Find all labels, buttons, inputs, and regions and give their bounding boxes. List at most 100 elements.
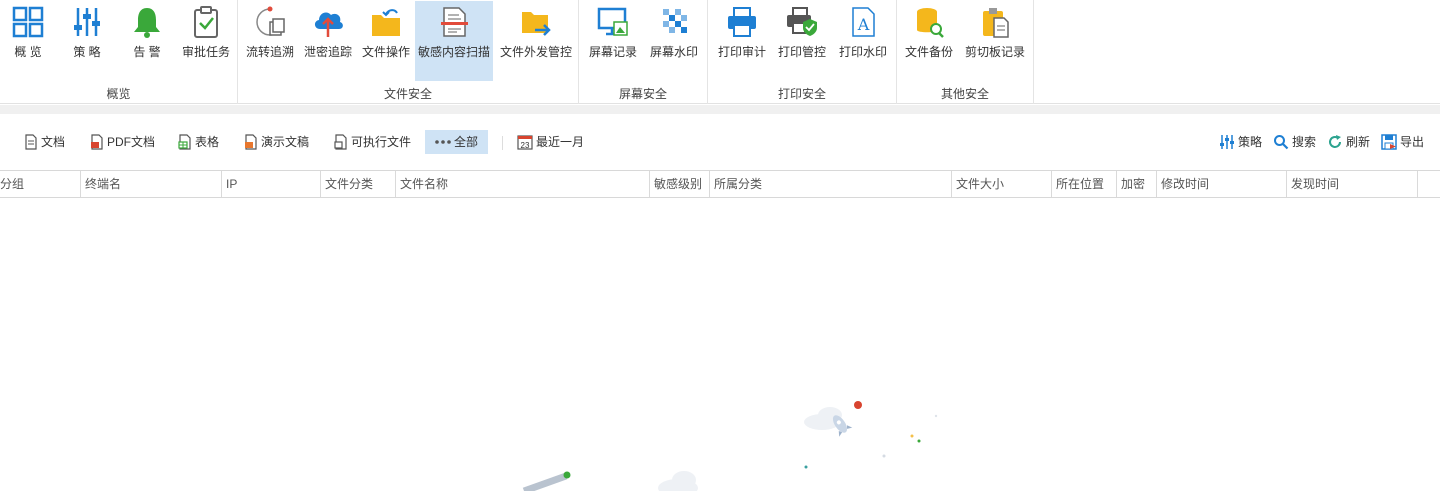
printer-shield-icon xyxy=(787,7,817,36)
pen-icon xyxy=(522,471,571,491)
print-control-button-label: 打印管控 xyxy=(777,45,826,59)
column-header-group[interactable]: 分组 xyxy=(0,171,80,197)
filter-document-label: 文档 xyxy=(41,135,66,149)
folder-operation-icon xyxy=(372,9,400,36)
sensitive-scan-button[interactable]: 敏感内容扫描 xyxy=(415,1,493,81)
policy-button-label: 策 略 xyxy=(73,45,101,59)
ribbon-group-overview: 概 览 策 略 告 警 审批任务 概览 xyxy=(0,0,238,104)
export-label: 导出 xyxy=(1400,135,1425,149)
alert-button-label: 告 警 xyxy=(133,45,161,59)
screen-watermark-icon xyxy=(663,9,687,33)
file-operation-button[interactable]: 文件操作 xyxy=(358,1,414,81)
policy-sliders-icon xyxy=(74,8,100,36)
ribbon-group-label: 文件安全 xyxy=(383,87,432,101)
trace-flow-button-label: 流转追溯 xyxy=(245,45,294,59)
search-icon xyxy=(1274,134,1289,150)
decor-dot-green-2 xyxy=(917,439,921,443)
column-header-spacer xyxy=(1417,171,1440,197)
table-header: 分组 终端名 IP 文件分类 文件名称 敏感级别 所属分类 文件大小 所在位置 … xyxy=(0,170,1440,198)
alert-bell-icon xyxy=(134,8,160,38)
filter-all-label: 全部 xyxy=(454,135,479,149)
column-header-classification[interactable]: 所属分类 xyxy=(709,171,951,197)
file-send-control-button-label: 文件外发管控 xyxy=(499,45,572,59)
filter-pdf[interactable]: PDF文档 xyxy=(84,130,161,154)
policy-sliders-icon xyxy=(1220,134,1234,149)
date-range-label: 最近一月 xyxy=(536,135,585,149)
column-header-location[interactable]: 所在位置 xyxy=(1051,171,1116,197)
decor-dot-grey xyxy=(882,454,886,458)
alert-button[interactable]: 告 警 xyxy=(120,1,174,81)
file-send-control-button[interactable]: 文件外发管控 xyxy=(496,1,576,81)
screen-record-button[interactable]: 屏幕记录 xyxy=(585,1,641,81)
refresh-label: 刷新 xyxy=(1346,135,1371,149)
overview-button[interactable]: 概 览 xyxy=(2,1,54,81)
screen-watermark-button[interactable]: 屏幕水印 xyxy=(645,1,703,81)
refresh-button[interactable]: 刷新 xyxy=(1321,130,1376,154)
decor-dot-grey-2 xyxy=(934,414,938,418)
cloud-upload-icon xyxy=(314,12,343,37)
column-header-file-size[interactable]: 文件大小 xyxy=(951,171,1051,197)
ribbon-group-other-security: 文件备份 剪切板记录 其他安全 xyxy=(897,0,1034,104)
export-button[interactable]: 导出 xyxy=(1375,130,1430,154)
filter-executable[interactable]: 可执行文件 xyxy=(328,130,417,154)
ribbon-group-print-security: 打印审计 打印管控 A 打印水印 打印安全 xyxy=(708,0,897,104)
print-control-button[interactable]: 打印管控 xyxy=(774,1,830,81)
approval-task-button[interactable]: 审批任务 xyxy=(178,1,234,81)
print-audit-button-label: 打印审计 xyxy=(717,45,766,59)
column-header-sensitivity[interactable]: 敏感级别 xyxy=(649,171,709,197)
clipboard-icon xyxy=(983,8,1009,38)
spreadsheet-icon xyxy=(178,134,191,150)
column-header-encrypted[interactable]: 加密 xyxy=(1116,171,1156,197)
filter-pdf-label: PDF文档 xyxy=(107,135,156,149)
filter-document[interactable]: 文档 xyxy=(18,130,71,154)
filter-toolbar: 文档 PDF文档 表格 演示文稿 可执行文件 全部 23 最近一月 策略 搜索 刷… xyxy=(0,114,1440,170)
leak-tracking-button[interactable]: 泄密追踪 xyxy=(300,1,356,81)
decor-dot-green xyxy=(804,465,808,469)
column-header-file-category[interactable]: 文件分类 xyxy=(320,171,395,197)
column-header-modified-time[interactable]: 修改时间 xyxy=(1156,171,1286,197)
search-label: 搜索 xyxy=(1292,135,1317,149)
filter-presentation[interactable]: 演示文稿 xyxy=(238,130,315,154)
empty-state-illustration xyxy=(522,401,938,491)
column-header-terminal[interactable]: 终端名 xyxy=(80,171,221,197)
trace-flow-button[interactable]: 流转追溯 xyxy=(242,1,298,81)
print-watermark-button[interactable]: A 打印水印 xyxy=(834,1,892,81)
decor-dot-red xyxy=(854,401,862,409)
filter-spreadsheet-label: 表格 xyxy=(195,135,220,149)
ribbon-group-label: 屏幕安全 xyxy=(618,87,667,101)
filter-executable-label: 可执行文件 xyxy=(351,135,412,149)
file-operation-button-label: 文件操作 xyxy=(361,45,410,59)
filter-all[interactable]: 全部 xyxy=(425,130,489,154)
sensitive-scan-button-label: 敏感内容扫描 xyxy=(417,45,490,59)
column-header-discovered-time[interactable]: 发现时间 xyxy=(1286,171,1417,197)
screen-record-icon xyxy=(597,7,628,36)
database-backup-icon xyxy=(917,8,944,38)
trace-flow-icon xyxy=(256,6,285,36)
export-icon xyxy=(1381,134,1397,150)
printer-icon xyxy=(728,7,756,37)
screen-watermark-button-label: 屏幕水印 xyxy=(649,45,698,59)
ribbon-separator-band xyxy=(0,105,1440,114)
clipboard-record-button[interactable]: 剪切板记录 xyxy=(961,1,1029,81)
date-range-button[interactable]: 23 最近一月 xyxy=(511,130,590,154)
toolbar-divider xyxy=(502,136,503,150)
policy-action-button[interactable]: 策略 xyxy=(1213,130,1268,154)
policy-button[interactable]: 策 略 xyxy=(60,1,114,81)
leak-tracking-button-label: 泄密追踪 xyxy=(303,45,352,59)
ribbon-group-file-security: 流转追溯 泄密追踪 文件操作 敏感内容扫描 文件外发管控 文件安全 xyxy=(238,0,579,104)
filter-spreadsheet[interactable]: 表格 xyxy=(172,130,225,154)
executable-icon xyxy=(334,134,347,150)
search-button[interactable]: 搜索 xyxy=(1267,130,1322,154)
column-header-file-name[interactable]: 文件名称 xyxy=(395,171,649,197)
file-backup-button[interactable]: 文件备份 xyxy=(901,1,957,81)
print-audit-button[interactable]: 打印审计 xyxy=(714,1,770,81)
policy-action-label: 策略 xyxy=(1238,135,1263,149)
table-body-empty xyxy=(0,198,1440,491)
column-header-ip[interactable]: IP xyxy=(221,171,320,197)
ribbon-group-label: 概览 xyxy=(106,87,131,101)
file-backup-button-label: 文件备份 xyxy=(904,45,953,59)
approval-clipboard-icon xyxy=(194,6,218,38)
ribbon: 概 览 策 略 告 警 审批任务 概览 流转追溯 泄密追踪 文件操作 敏感内容扫… xyxy=(0,0,1440,104)
approval-task-button-label: 审批任务 xyxy=(181,45,230,59)
calendar-icon-text: 23 xyxy=(521,141,530,150)
